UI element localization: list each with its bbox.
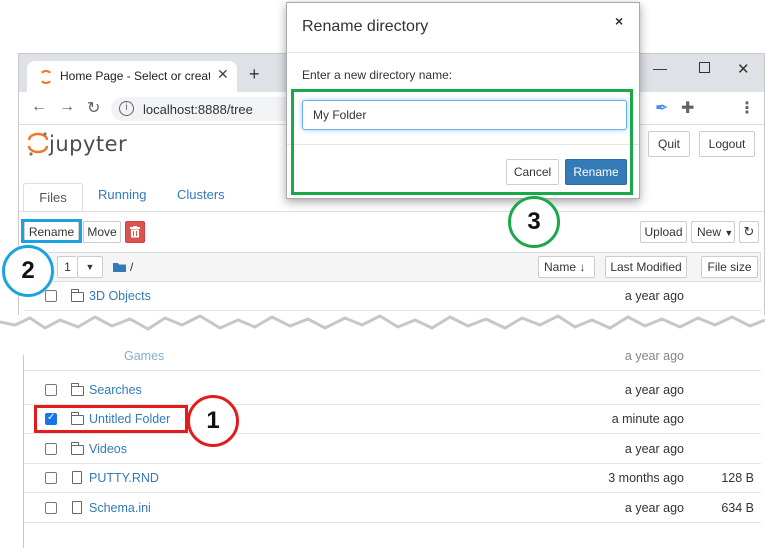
minimize-icon[interactable]: — bbox=[653, 60, 667, 76]
refresh-icon[interactable]: ↻ bbox=[739, 221, 759, 243]
extensions-puzzle-icon[interactable]: ✚ bbox=[681, 98, 694, 118]
sort-by-size-button[interactable]: File size bbox=[701, 256, 758, 278]
annotation-rename-highlight bbox=[21, 219, 82, 243]
row-checkbox[interactable] bbox=[45, 502, 57, 514]
browser-tab[interactable]: Home Page - Select or create a n ✕ bbox=[27, 61, 237, 92]
row-modified: a year ago bbox=[624, 501, 684, 515]
feather-extension-icon[interactable]: ✒ bbox=[655, 98, 668, 118]
folder-icon bbox=[113, 263, 126, 272]
row-modified: a year ago bbox=[624, 349, 684, 363]
row-name-link[interactable]: PUTTY.RND bbox=[89, 471, 159, 485]
new-label: New bbox=[697, 225, 722, 239]
step-1-marker: 1 bbox=[187, 395, 239, 447]
row-size: 634 B bbox=[721, 501, 754, 515]
step-3-marker: 3 bbox=[508, 196, 560, 248]
row-modified: a year ago bbox=[624, 442, 684, 456]
row-modified: a minute ago bbox=[611, 412, 684, 426]
row-checkbox[interactable] bbox=[45, 384, 57, 396]
logout-button[interactable]: Logout bbox=[699, 131, 755, 157]
name-sort-label: Name bbox=[544, 260, 577, 274]
trash-icon bbox=[130, 226, 140, 238]
forward-arrow-icon[interactable]: → bbox=[59, 98, 75, 116]
tab-files[interactable]: Files bbox=[23, 183, 83, 212]
arrow-down-icon: ↓ bbox=[579, 260, 586, 274]
row-name-link[interactable]: Searches bbox=[89, 383, 142, 397]
tab-title: Home Page - Select or create a n bbox=[60, 69, 210, 83]
tab-running[interactable]: Running bbox=[98, 187, 146, 211]
annotation-folder-highlight bbox=[34, 405, 188, 433]
row-modified: 3 months ago bbox=[608, 471, 684, 485]
sort-by-modified-button[interactable]: Last Modified bbox=[605, 256, 687, 278]
back-arrow-icon[interactable]: ← bbox=[31, 98, 47, 116]
select-dropdown-button[interactable]: ▼ bbox=[77, 256, 103, 278]
folder-icon bbox=[71, 442, 84, 455]
step-2-marker: 2 bbox=[2, 245, 54, 297]
row-checkbox[interactable] bbox=[45, 472, 57, 484]
list-item[interactable]: PUTTY.RND 3 months ago 128 B bbox=[24, 464, 761, 493]
list-item[interactable]: Searches a year ago bbox=[24, 376, 761, 405]
jupyter-logo-icon bbox=[27, 132, 49, 156]
upload-button[interactable]: Upload bbox=[640, 221, 687, 243]
jupyter-favicon-icon bbox=[39, 70, 53, 84]
row-name-link[interactable]: Games bbox=[124, 349, 164, 363]
dialog-label: Enter a new directory name: bbox=[302, 68, 453, 82]
row-name-link[interactable]: Videos bbox=[89, 442, 127, 456]
caret-down-icon: ▼ bbox=[724, 228, 734, 238]
maximize-icon[interactable] bbox=[699, 62, 710, 73]
tab-close-icon[interactable]: ✕ bbox=[217, 66, 229, 83]
row-name-link[interactable]: Schema.ini bbox=[89, 501, 151, 515]
dialog-divider bbox=[287, 52, 639, 53]
breadcrumb[interactable]: / bbox=[130, 260, 133, 274]
tab-divider bbox=[19, 211, 764, 212]
reload-icon[interactable]: ↻ bbox=[87, 98, 100, 118]
jupyter-logo-text: jupyter bbox=[49, 132, 128, 156]
row-modified: a year ago bbox=[624, 383, 684, 397]
browser-menu-icon[interactable]: ⋮ bbox=[739, 98, 755, 118]
dialog-title: Rename directory bbox=[302, 18, 429, 35]
dialog-close-icon[interactable]: × bbox=[615, 13, 623, 29]
file-icon bbox=[72, 471, 82, 484]
file-list-lower: Games a year ago Searches a year ago Unt… bbox=[23, 349, 765, 548]
file-icon bbox=[72, 501, 82, 514]
file-list-header: 1 ▼ / Name ↓ Last Modified File size bbox=[24, 252, 761, 282]
selected-count: 1 bbox=[57, 256, 77, 278]
row-checkbox[interactable] bbox=[45, 443, 57, 455]
folder-icon bbox=[71, 383, 84, 396]
site-info-icon[interactable]: i bbox=[119, 101, 134, 116]
list-item[interactable]: Videos a year ago bbox=[24, 435, 761, 464]
annotation-dialog-highlight bbox=[291, 89, 633, 195]
list-item[interactable]: Games a year ago bbox=[24, 349, 761, 371]
quit-button[interactable]: Quit bbox=[648, 131, 690, 157]
list-item[interactable]: Schema.ini a year ago 634 B bbox=[24, 494, 761, 523]
new-tab-icon[interactable]: + bbox=[249, 64, 260, 85]
delete-button[interactable] bbox=[125, 221, 145, 243]
new-dropdown-button[interactable]: New ▼ bbox=[691, 221, 735, 243]
sort-by-name-button[interactable]: Name ↓ bbox=[538, 256, 595, 278]
tab-clusters[interactable]: Clusters bbox=[177, 187, 225, 211]
url-text: localhost:8888/tree bbox=[143, 102, 253, 117]
window-close-icon[interactable]: ✕ bbox=[737, 60, 750, 78]
move-button[interactable]: Move bbox=[83, 221, 121, 243]
row-size: 128 B bbox=[721, 471, 754, 485]
